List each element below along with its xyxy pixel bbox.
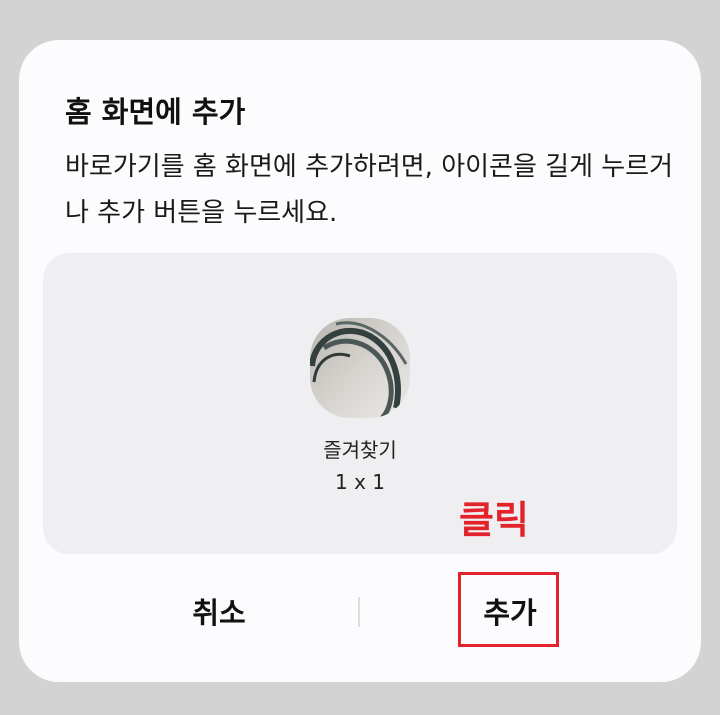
dialog-title: 홈 화면에 추가 (65, 95, 246, 129)
add-button[interactable]: 추가 (450, 588, 570, 638)
widget-name: 즐겨찾기 (323, 438, 397, 462)
button-divider (358, 597, 360, 627)
click-annotation-label: 클릭 (459, 498, 529, 542)
widget-preview[interactable]: 즐겨찾기 1 x 1 (43, 253, 677, 554)
cancel-button[interactable]: 취소 (159, 588, 279, 638)
widget-size: 1 x 1 (335, 470, 385, 494)
add-to-home-dialog: 홈 화면에 추가 바로가기를 홈 화면에 추가하려면, 아이콘을 길게 누르거나… (19, 40, 701, 682)
bookmark-thumbnail-icon[interactable] (310, 318, 410, 418)
dialog-description: 바로가기를 홈 화면에 추가하려면, 아이콘을 길게 누르거나 추가 버튼을 누… (65, 152, 674, 228)
